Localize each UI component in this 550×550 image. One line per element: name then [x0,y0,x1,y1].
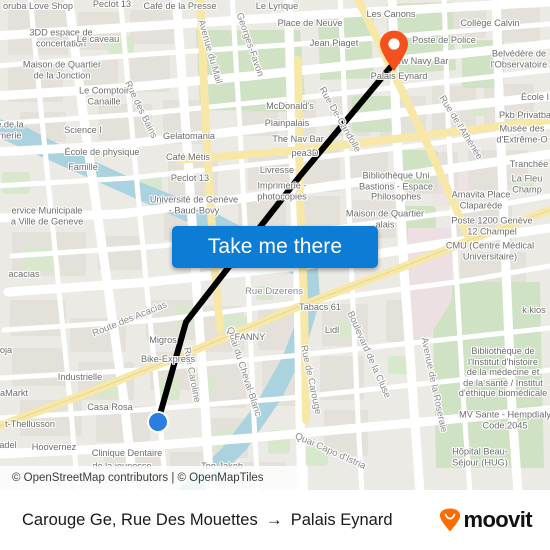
map-label: Peclot 13 [92,0,132,9]
map-label: Le Comptoir Canaille [78,85,130,107]
map-label: École I [520,91,550,102]
map-label: adel [0,439,17,450]
map-label: Café Métis [166,151,210,162]
map-label: t-Thellusson [4,418,56,429]
map-label: Palais Eynard [370,70,428,81]
trip-destination: Palais Eynard [290,510,393,529]
map-label: La Fleu Champ [511,173,543,195]
map-label: The Nav Bar [272,133,324,144]
map-label: Le caveau [76,33,120,44]
map-label: aMarkt [0,387,29,398]
arrow-right-icon: → [265,510,283,529]
map-canvas[interactable]: .bg{fill:#eceae5} .blk{fill:#e4e1db} .gr… [0,0,550,490]
origin-marker[interactable] [147,411,169,433]
map-label: k kios [522,304,546,315]
map-label: Hôpital Beau- Séjour (HUG) [452,446,508,468]
map-label: Gelatomania [162,130,216,141]
map-label: Rue Dizerens [244,285,304,297]
map-label: Famille [68,161,98,172]
map-label: Industrielle [57,371,103,382]
map-label: Les Canons [366,8,416,19]
map-label: e de la merie [0,119,24,141]
moovit-wordmark: moovit [463,507,532,532]
footer-bar: Carouge Ge, Rue Des Mouettes → Palais Ey… [0,490,550,550]
take-me-there-label: Take me there [207,235,343,258]
map-label: acacias [8,268,40,279]
trip-origin: Carouge Ge, Rue Des Mouettes [22,510,258,529]
map-label: Université de Genève - Baud-Bovy [149,194,239,216]
map-label: Jean Piaget [309,37,359,48]
map-label: Casa Rosa [87,401,133,412]
map-label: Tabacs 61 [299,301,341,312]
map-label: Clinique Dentaire [91,447,163,458]
map-label: Bike-Express [140,353,196,364]
destination-pin[interactable] [379,30,409,72]
map-label: 3DD espace de concertation [29,27,93,49]
map-label: MV Sante - Hempdialy Code:2045 [459,409,550,431]
map-label: Migros [149,334,177,345]
map-label: Tranchée [509,158,549,169]
map-label: oruba Love Shop [3,0,73,11]
map-label: Hoovernez [31,441,77,452]
map-label: ervice Municipale a Ville de Geneve [10,205,84,227]
map-label: Place de Neuve [277,17,343,28]
map-label: pea3D [291,147,319,158]
map-label: Livresse [259,164,295,175]
take-me-there-button[interactable]: Take me there [172,226,378,268]
map-label: Pkb Privatba [498,109,550,120]
map-label: Amavita Place Claparède [451,189,511,211]
map-label: Maison de Quartier de la Jonction [22,59,102,81]
attribution-text: © OpenStreetMap contributors | © OpenMap… [12,472,264,484]
map-label: Plainpalais [264,117,310,128]
map-label: Poste de Police [412,34,476,45]
map-label: Musée des d'Extrême-O [496,123,548,145]
map-label: Bibliothèque de l'Institut d'histoire de… [458,345,548,398]
map-label: Bibliothèque Uni Bastions - Espace Philo… [358,170,434,202]
moovit-logo[interactable]: moovit [439,507,533,533]
map-label: oja [0,344,13,355]
map-label: Poste 1200 Genève 12 Champel [451,215,533,237]
map-label: Café de la Presse [143,0,217,11]
map-label: FANNY [234,331,266,342]
map-label: Science I [64,124,102,135]
map-label: École de physique [64,146,140,157]
map-label: Lidl [324,324,340,335]
map-label: Belvédère de l'Observatoire [490,48,548,70]
map-label: Peclot 13 [170,172,210,183]
map-label: Imprimerie - photocopies [257,180,307,202]
moovit-map-screen: .bg{fill:#eceae5} .blk{fill:#e4e1db} .gr… [0,0,550,550]
moovit-pin-icon [440,508,461,532]
map-label: CMU (Centre Médical Universitaire) [445,240,535,262]
map-label: McDonald's [266,100,314,111]
map-attribution[interactable]: © OpenStreetMap contributors | © OpenMap… [0,466,308,490]
map-label: Collège Calvin [460,17,520,28]
trip-summary: Carouge Ge, Rue Des Mouettes → Palais Ey… [22,510,393,530]
map-label: Le Lyrique [255,0,299,11]
